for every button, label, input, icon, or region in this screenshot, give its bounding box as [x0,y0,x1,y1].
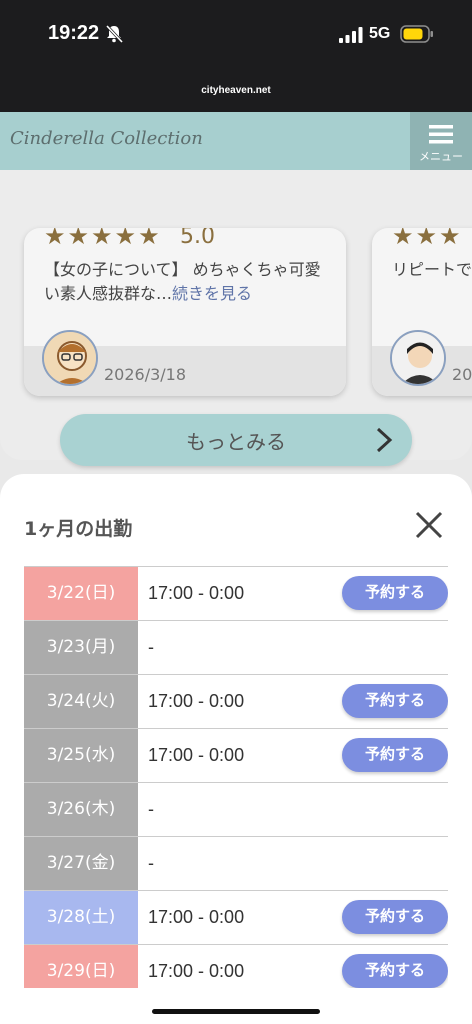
bell-muted-icon [105,24,124,44]
schedule-time: 17:00 - 0:00 [148,583,245,603]
show-more-label: もっとみる [186,430,286,454]
menu-button[interactable]: メニュー [410,112,472,170]
close-icon[interactable] [414,510,444,540]
review-text: リピートで…が良く、今… [392,260,472,279]
site-logo[interactable]: Cinderella Collection [10,128,203,149]
show-more-button[interactable]: もっとみる [60,414,412,466]
schedule-day: 3/22(日) [24,567,138,620]
schedule-time: 17:00 - 0:00 [148,961,245,981]
read-more-link[interactable]: 続きを見る [172,284,252,303]
schedule-row: 3/23(月) - [24,621,448,675]
schedule-time: 17:00 - 0:00 [148,907,245,927]
url-text: cityheaven.net [201,85,271,96]
schedule-time: - [148,799,154,819]
avatar-icon [392,332,444,384]
schedule-time: 17:00 - 0:00 [148,745,245,765]
schedule-row: 3/26(木) - [24,783,448,837]
schedule-day: 3/28(土) [24,891,138,944]
reserve-button[interactable]: 予約する [342,684,448,718]
reserve-button[interactable]: 予約する [342,576,448,610]
review-date: 2026/3/18 [104,365,187,384]
schedule-row: 3/22(日) 17:00 - 0:00 予約する [24,567,448,621]
schedule-sheet: 1ヶ月の出勤 3/22(日) 17:00 - 0:00 予約する 3/23(月) -3/… [0,474,472,1024]
schedule-day: 3/29(日) [24,945,138,988]
review-text: 【女の子について】 めちゃくちゃ可愛い素人感抜群な…続きを見る [44,258,334,306]
schedule-row: 3/28(土) 17:00 - 0:00 予約する [24,891,448,945]
review-footer: 2026/3/18 [24,330,346,396]
schedule-day: 3/24(火) [24,675,138,728]
schedule-time: - [148,853,154,873]
url-bar[interactable]: cityheaven.net [0,78,472,112]
schedule-time: 17:00 - 0:00 [148,691,245,711]
schedule-time: - [148,637,154,657]
home-indicator[interactable] [152,1009,320,1014]
schedule-day: 3/26(木) [24,783,138,836]
schedule-row: 3/25(水) 17:00 - 0:00 予約する [24,729,448,783]
site-header: Cinderella Collection メニュー [0,112,472,170]
schedule-row: 3/29(日) 17:00 - 0:00 予約する [24,945,448,988]
review-card[interactable]: ★★★★★ 5.0 【女の子について】 めちゃくちゃ可愛い素人感抜群な…続きを見… [24,228,346,396]
reviewer-avatar [42,330,98,386]
review-footer: 20 [372,330,472,396]
reviewer-avatar [390,330,446,386]
menu-label: メニュー [419,150,463,163]
reserve-button[interactable]: 予約する [342,954,448,988]
schedule-row: 3/24(火) 17:00 - 0:00 予約する [24,675,448,729]
rating-score: 5.0 [180,228,215,249]
reserve-button[interactable]: 予約する [342,738,448,772]
schedule-row: 3/27(金) - [24,837,448,891]
review-date: 20 [452,365,472,384]
reviews-section: ★★★★★ 5.0 【女の子について】 めちゃくちゃ可愛い素人感抜群な…続きを見… [0,170,472,466]
avatar-icon [44,332,96,384]
schedule-day: 3/25(水) [24,729,138,782]
rating-stars: ★★★ [392,228,463,250]
cellular-signal-icon [339,27,363,43]
sheet-title: 1ヶ月の出勤 [24,518,133,540]
battery-icon [400,25,433,43]
rating-stars: ★★★★★ [44,228,162,250]
reserve-button[interactable]: 予約する [342,900,448,934]
network-type: 5G [369,25,391,42]
chevron-right-icon [376,427,393,453]
schedule-day: 3/23(月) [24,621,138,674]
status-time: 19:22 [48,22,100,44]
status-bar: 19:22 5G [0,0,472,78]
review-card[interactable]: ★★★ リピートで…が良く、今… 20 [372,228,472,396]
schedule-day: 3/27(金) [24,837,138,890]
schedule-list: 3/22(日) 17:00 - 0:00 予約する 3/23(月) -3/24(火) 17… [24,566,448,988]
hamburger-icon [429,125,453,144]
